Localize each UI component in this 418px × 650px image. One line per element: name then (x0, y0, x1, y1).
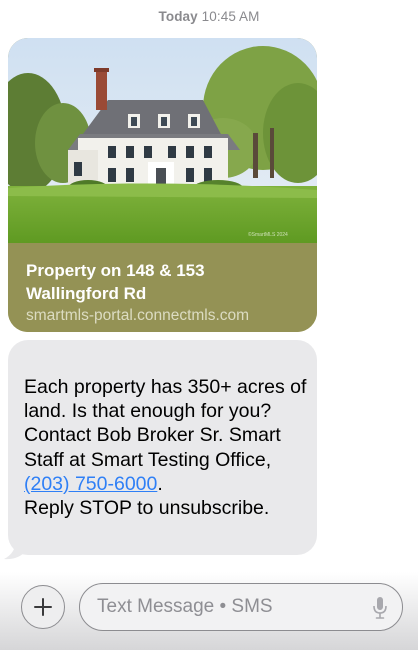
message-timestamp: Today 10:45 AM (0, 9, 418, 24)
phone-number-link[interactable]: (203) 750-6000 (24, 473, 157, 495)
timestamp-day: Today (158, 9, 198, 24)
link-preview-domain: smartmls-portal.connectmls.com (26, 307, 250, 324)
timestamp-time: 10:45 AM (201, 9, 260, 24)
unsubscribe-text: Reply STOP to unsubscribe. (24, 497, 270, 520)
bubble-tail-icon (4, 539, 26, 560)
link-preview-title: Property on 148 & 153 Wallingford Rd (26, 261, 205, 303)
link-preview-info: Property on 148 & 153 Wallingford Rd sma… (8, 243, 317, 332)
incoming-message-bubble: Each property has 350+ acres of land. Is… (8, 340, 317, 555)
house-photo-image: ©SmartMLS 2024 (8, 38, 317, 243)
message-input-placeholder: Text Message • SMS (97, 596, 273, 617)
message-body: Each property has 350+ acres of land. Is… (24, 376, 307, 471)
microphone-icon[interactable] (372, 596, 388, 620)
message-text: Each property has 350+ acres of land. Is… (24, 375, 309, 520)
message-period: . (157, 472, 163, 495)
plus-button[interactable] (21, 585, 65, 629)
plus-icon (34, 598, 52, 616)
link-preview-bubble[interactable]: ©SmartMLS 2024 Property on 148 & 153 Wal… (8, 38, 317, 332)
svg-text:©SmartMLS 2024: ©SmartMLS 2024 (248, 231, 288, 238)
message-input[interactable]: Text Message • SMS (79, 583, 403, 631)
